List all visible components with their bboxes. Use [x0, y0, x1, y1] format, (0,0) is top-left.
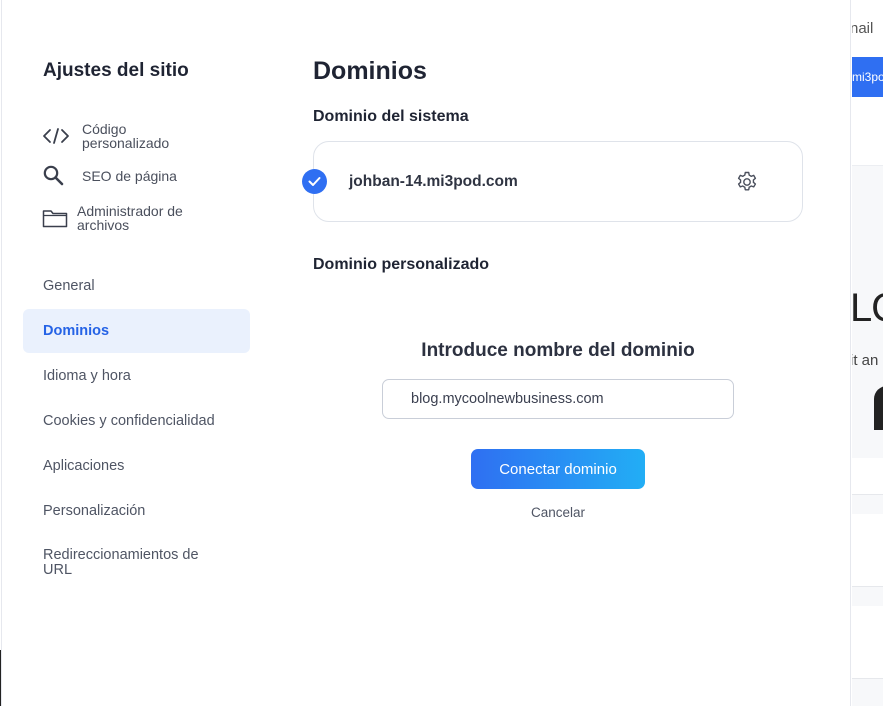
- domain-form-title: Introduce nombre del dominio: [421, 340, 695, 361]
- domain-input[interactable]: [382, 379, 734, 419]
- sidebar-title: Ajustes del sitio: [43, 60, 189, 81]
- nav-item-general[interactable]: General: [23, 264, 250, 308]
- cancel-link[interactable]: Cancelar: [471, 505, 645, 520]
- nav-item-label: Idioma y hora: [43, 368, 131, 384]
- nav-item-label: Redireccionamientos de URL: [43, 547, 199, 578]
- system-domain-heading: Dominio del sistema: [313, 108, 469, 125]
- background-row: [852, 550, 883, 587]
- nav-item-label: Dominios: [43, 323, 110, 339]
- tool-label: SEO de página: [82, 168, 177, 184]
- search-icon: [42, 165, 72, 187]
- code-icon: [42, 125, 72, 147]
- nav-item-language-time[interactable]: Idioma y hora: [23, 354, 250, 398]
- background-email-text: nail: [852, 20, 874, 37]
- background-shape: [874, 386, 883, 430]
- background-button: mi3po: [852, 57, 883, 97]
- nav-item-label: Personalización: [43, 503, 146, 519]
- gear-icon[interactable]: [735, 170, 759, 194]
- nav-item-domains[interactable]: Dominios: [23, 309, 250, 353]
- background-text: it an: [852, 352, 879, 369]
- nav-item-label: Cookies y confidencialidad: [43, 413, 215, 429]
- nav-item-personalization[interactable]: Personalización: [23, 489, 250, 533]
- system-domain-name: johban-14.mi3pod.com: [349, 173, 518, 190]
- nav-item-label: General: [43, 278, 95, 294]
- page-title: Dominios: [313, 57, 427, 85]
- connect-domain-button[interactable]: Conectar dominio: [471, 449, 645, 489]
- background-page: nail mi3po LO it an: [852, 0, 883, 706]
- check-icon: [302, 169, 327, 194]
- nav-item-cookies-privacy[interactable]: Cookies y confidencialidad: [23, 399, 250, 443]
- tool-label: Código personalizado: [82, 121, 170, 151]
- background-row: [852, 514, 883, 551]
- folder-icon: [42, 207, 68, 229]
- tool-file-manager[interactable]: Administrador de archivos: [42, 204, 197, 232]
- tool-label: Administrador de archivos: [77, 203, 183, 233]
- background-row: [852, 458, 883, 495]
- custom-domain-heading: Dominio personalizado: [313, 256, 490, 273]
- tool-page-seo[interactable]: SEO de página: [42, 165, 202, 187]
- site-settings-modal: Ajustes del sitio Código personalizado S…: [1, 0, 851, 706]
- nav-item-applications[interactable]: Aplicaciones: [23, 444, 250, 488]
- nav-item-url-redirects[interactable]: Redireccionamientos de URL: [23, 537, 243, 585]
- tool-custom-code[interactable]: Código personalizado: [42, 122, 202, 150]
- background-panel: LO it an: [852, 165, 883, 706]
- nav-item-label: Aplicaciones: [43, 458, 125, 474]
- background-heading: LO: [852, 286, 883, 330]
- background-row: [852, 642, 883, 679]
- background-row: [852, 606, 883, 643]
